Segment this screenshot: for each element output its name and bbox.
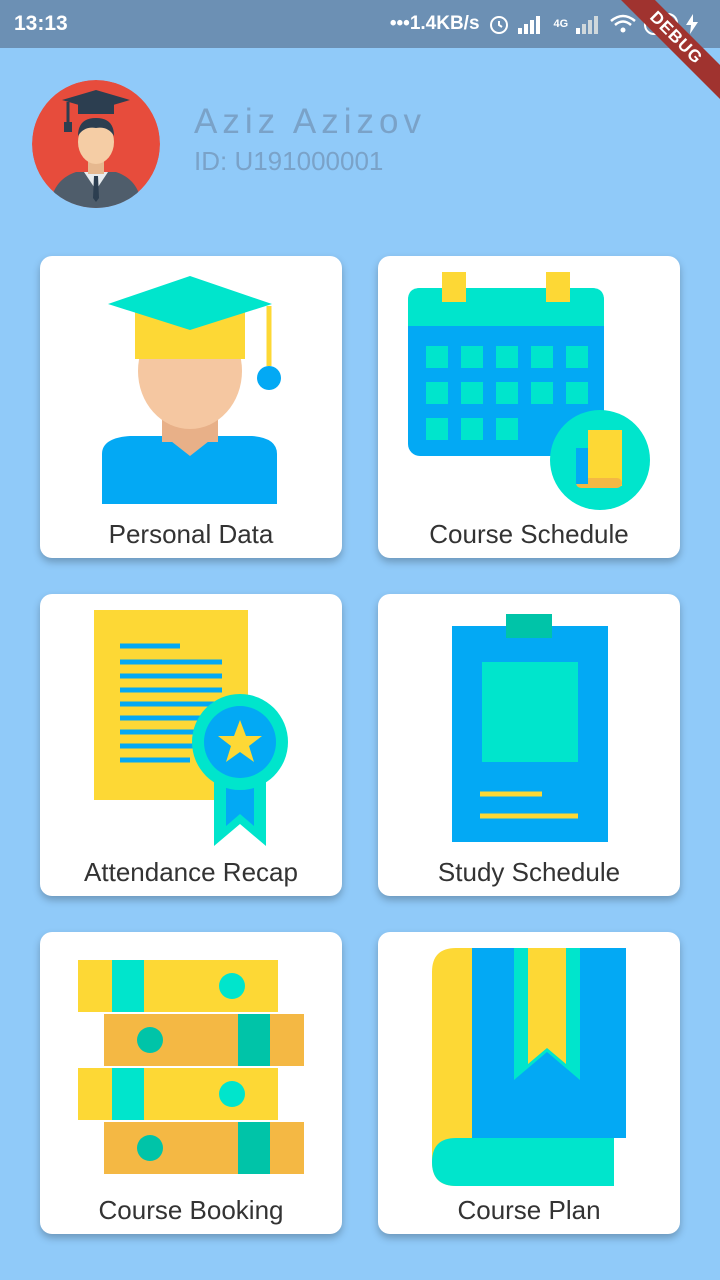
clipboard-icon [452,614,608,842]
status-bar: 13:13 •••1.4KB/s 4G 22 [0,0,720,48]
network-label: 4G [553,18,569,30]
charging-icon [686,14,698,34]
card-label: Study Schedule [437,857,621,887]
course-plan-card[interactable]: Course Plan [378,932,680,1234]
net-speed: •••1.4KB/s [389,13,480,34]
calendar-icon [408,272,650,510]
certificate-icon [94,610,288,846]
course-schedule-card[interactable]: Course Schedule [378,256,680,558]
user-id: ID: U191000001 [194,145,384,176]
alarm-icon [489,16,508,34]
battery-icon: 22 [644,13,678,35]
profile-text: Aziz Azizov ID: U191000001 [194,102,426,177]
status-time: 13:13 [14,12,68,35]
attendance-recap-card[interactable]: Attendance Recap [40,594,342,896]
card-label: Attendance Recap [84,857,298,887]
course-booking-card[interactable]: Course Booking [40,932,342,1234]
card-label: Personal Data [108,519,274,549]
wifi-icon [610,14,637,33]
card-label: Course Booking [98,1195,284,1225]
bookmark-book-icon [432,948,626,1186]
avatar[interactable] [32,80,160,208]
card-label: Course Schedule [429,519,629,549]
student-avatar-icon [32,80,160,208]
graduate-icon [102,276,281,504]
study-schedule-card[interactable]: Study Schedule [378,594,680,896]
books-icon [78,960,304,1174]
profile-header: Aziz Azizov ID: U191000001 [32,80,426,208]
personal-data-card[interactable]: Personal Data [40,256,342,558]
signal-4g-icon [576,16,599,34]
status-icons: •••1.4KB/s 4G 22 [390,13,698,35]
signal-icon [517,16,540,34]
user-name: Aziz Azizov [194,101,426,141]
card-label: Course Plan [457,1195,601,1225]
